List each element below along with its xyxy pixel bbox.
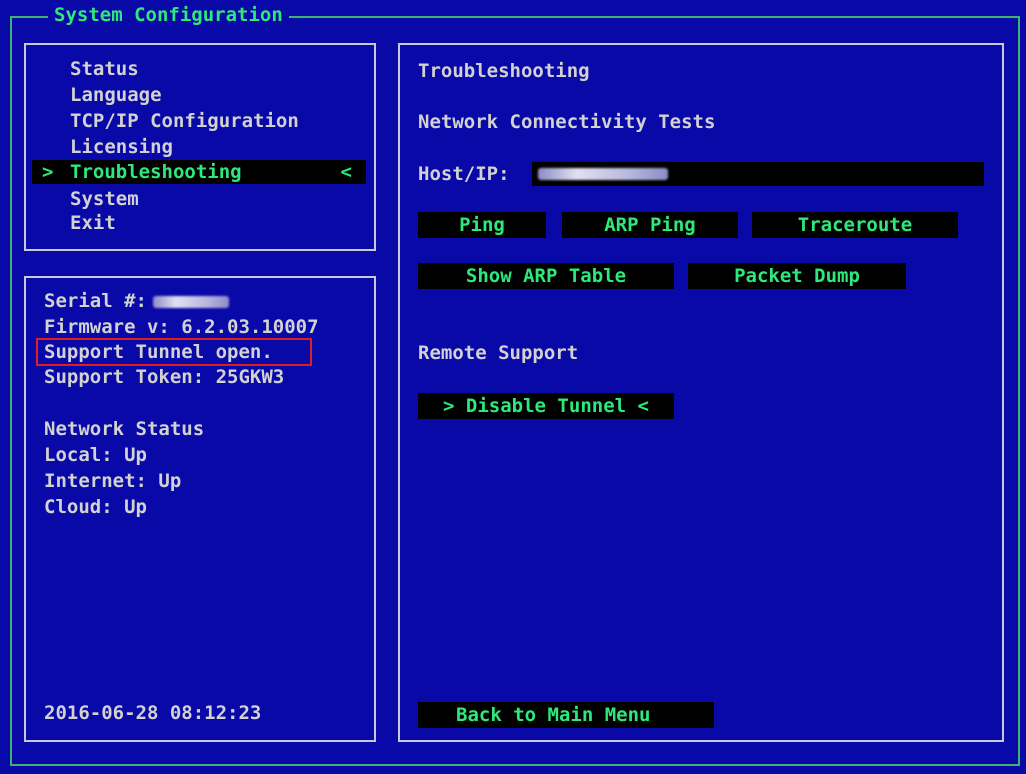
network-status-heading: Network Status	[44, 418, 205, 440]
serial-number: Serial #:	[44, 290, 229, 312]
selection-arrow-left: >	[42, 161, 54, 183]
internet-status: Internet: Up	[44, 470, 182, 492]
menu-item-licensing[interactable]: Licensing	[70, 136, 173, 158]
ping-button[interactable]: Ping	[418, 212, 546, 238]
window-title: System Configuration	[48, 4, 289, 26]
menu-item-language[interactable]: Language	[70, 84, 162, 106]
host-label: Host/IP:	[418, 163, 510, 185]
page-title: Troubleshooting	[418, 60, 590, 82]
firmware-version: Firmware v: 6.2.03.10007	[44, 316, 319, 338]
traceroute-button[interactable]: Traceroute	[752, 212, 958, 238]
selection-arrow-right: <	[340, 161, 352, 183]
tests-heading: Network Connectivity Tests	[418, 111, 716, 133]
cloud-status: Cloud: Up	[44, 496, 147, 518]
menu-item-status[interactable]: Status	[70, 58, 139, 80]
host-ip-input[interactable]	[532, 162, 984, 186]
back-to-main-menu-button[interactable]: Back to Main Menu	[418, 702, 714, 728]
local-status: Local: Up	[44, 444, 147, 466]
tunnel-status: Support Tunnel open.	[44, 341, 273, 363]
menu-item-system[interactable]: System	[70, 188, 139, 210]
menu-item-label: Troubleshooting	[70, 161, 242, 183]
menu-item-tcpip[interactable]: TCP/IP Configuration	[70, 110, 299, 132]
disable-tunnel-button[interactable]: > Disable Tunnel <	[418, 393, 674, 419]
menu-item-troubleshooting[interactable]: > Troubleshooting <	[32, 160, 366, 184]
show-arp-table-button[interactable]: Show ARP Table	[418, 263, 674, 289]
redacted-serial	[152, 295, 229, 308]
support-token: Support Token: 25GKW3	[44, 366, 285, 388]
arp-ping-button[interactable]: ARP Ping	[562, 212, 738, 238]
serial-label: Serial #:	[44, 290, 147, 312]
datetime: 2016-06-28 08:12:23	[44, 702, 262, 724]
menu-item-exit[interactable]: Exit	[70, 212, 116, 234]
redacted-host	[538, 168, 668, 180]
remote-support-heading: Remote Support	[418, 342, 579, 364]
packet-dump-button[interactable]: Packet Dump	[688, 263, 906, 289]
